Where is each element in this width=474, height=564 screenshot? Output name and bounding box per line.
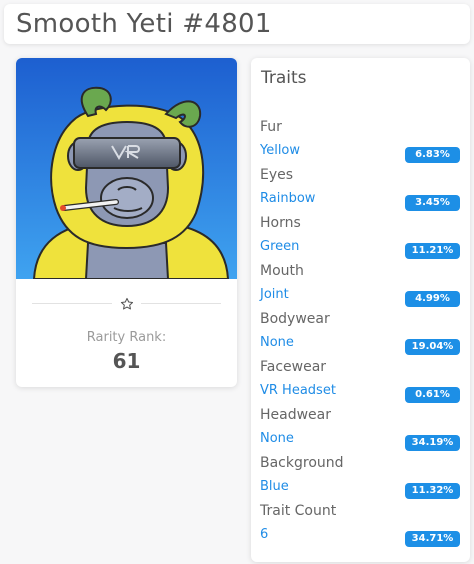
traits-heading: Traits — [261, 68, 307, 88]
trait-name: Horns — [260, 215, 301, 231]
trait-value-link[interactable]: Joint — [260, 287, 289, 302]
trait-value-link[interactable]: Blue — [260, 479, 289, 494]
trait-name: Mouth — [260, 263, 304, 279]
traits-card: Traits Fur Yellow 6.83% Eyes Rainbow 3.4… — [251, 58, 470, 562]
trait-headwear: Headwear None 34.19% — [251, 407, 470, 455]
trait-rarity-badge: 19.04% — [405, 339, 460, 355]
trait-name: Background — [260, 455, 344, 471]
trait-name: Facewear — [260, 359, 327, 375]
trait-rarity-badge: 11.21% — [405, 243, 460, 259]
trait-value-link[interactable]: Green — [260, 239, 299, 254]
trait-value-link[interactable]: None — [260, 431, 294, 446]
trait-name: Fur — [260, 119, 282, 135]
trait-rarity-badge: 11.32% — [405, 483, 460, 499]
trait-eyes: Eyes Rainbow 3.45% — [251, 167, 470, 215]
nft-image[interactable] — [16, 58, 237, 279]
trait-rarity-badge: 6.83% — [405, 147, 460, 163]
trait-value-link[interactable]: Rainbow — [260, 191, 315, 206]
favorite-button[interactable] — [112, 294, 141, 314]
rarity-rank-value: 61 — [112, 349, 141, 373]
trait-mouth: Mouth Joint 4.99% — [251, 263, 470, 311]
trait-bodywear: Bodywear None 19.04% — [251, 311, 470, 359]
trait-name: Trait Count — [260, 503, 337, 519]
trait-background: Background Blue 11.32% — [251, 455, 470, 503]
header-bar: Smooth Yeti #4801 — [4, 4, 470, 44]
trait-horns: Horns Green 11.21% — [251, 215, 470, 263]
trait-value-link[interactable]: None — [260, 335, 294, 350]
page-title: Smooth Yeti #4801 — [16, 9, 272, 39]
trait-rarity-badge: 4.99% — [405, 291, 460, 307]
trait-name: Headwear — [260, 407, 332, 423]
trait-name: Bodywear — [260, 311, 330, 327]
trait-rarity-badge: 34.71% — [405, 531, 460, 547]
trait-count: Trait Count 6 34.71% — [251, 503, 470, 551]
trait-value-link[interactable]: 6 — [260, 527, 268, 542]
trait-value-link[interactable]: VR Headset — [260, 383, 336, 398]
trait-rarity-badge: 34.19% — [405, 435, 460, 451]
trait-rarity-badge: 0.61% — [405, 387, 460, 403]
trait-name: Eyes — [260, 167, 294, 183]
star-outline-icon — [120, 297, 133, 310]
trait-rarity-badge: 3.45% — [405, 195, 460, 211]
trait-value-link[interactable]: Yellow — [260, 143, 300, 158]
trait-facewear: Facewear VR Headset 0.61% — [251, 359, 470, 407]
trait-fur: Fur Yellow 6.83% — [251, 119, 470, 167]
nft-card: Rarity Rank: 61 — [16, 58, 237, 387]
rarity-rank-label: Rarity Rank: — [86, 330, 167, 345]
